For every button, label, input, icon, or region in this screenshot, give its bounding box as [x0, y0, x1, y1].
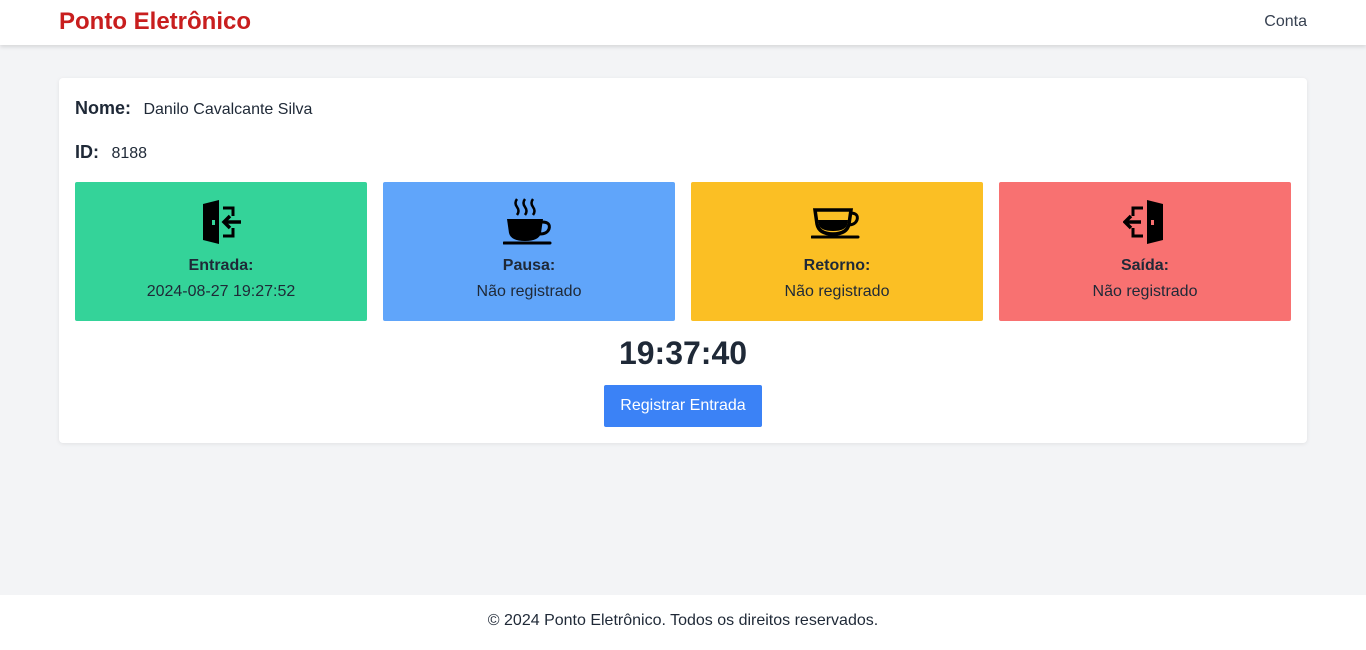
footer: © 2024 Ponto Eletrônico. Todos os direit… — [0, 595, 1366, 650]
top-navbar: Ponto Eletrônico Conta — [0, 0, 1366, 45]
register-entry-button[interactable]: Registrar Entrada — [604, 385, 762, 427]
account-link[interactable]: Conta — [1264, 12, 1307, 32]
name-label: Nome: — [75, 98, 132, 118]
brand-logo[interactable]: Ponto Eletrônico — [59, 8, 251, 36]
tile-label: Saída: — [1120, 257, 1169, 274]
footer-copyright: © 2024 Ponto Eletrônico. Todos os direit… — [487, 612, 879, 629]
door-exit-icon — [1119, 197, 1171, 247]
employee-name: Danilo Cavalcante Silva — [143, 101, 313, 118]
tile-pausa: Pausa: Não registrado — [383, 182, 675, 321]
tile-value: 2024-08-27 19:27:52 — [146, 283, 296, 300]
punch-tiles: Entrada: 2024-08-27 19:27:52 Pausa: Não … — [75, 182, 1291, 321]
tile-saida: Saída: Não registrado — [999, 182, 1291, 321]
tile-value: Não registrado — [1092, 283, 1198, 300]
tile-entrada: Entrada: 2024-08-27 19:27:52 — [75, 182, 367, 321]
tile-label: Retorno: — [803, 257, 871, 274]
employee-id: 8188 — [111, 145, 148, 162]
tile-label: Pausa: — [502, 257, 556, 274]
tile-retorno: Retorno: Não registrado — [691, 182, 983, 321]
hot-coffee-icon — [503, 197, 555, 247]
current-time-clock: 19:37:40 — [618, 335, 748, 371]
tile-value: Não registrado — [476, 283, 582, 300]
door-enter-icon — [195, 197, 247, 247]
employee-id-row: ID: 8188 — [75, 142, 147, 164]
tile-label: Entrada: — [188, 257, 254, 274]
id-label: ID: — [75, 142, 99, 162]
tile-value: Não registrado — [784, 283, 890, 300]
employee-name-row: Nome: Danilo Cavalcante Silva — [75, 98, 312, 120]
timeclock-card: Nome: Danilo Cavalcante Silva ID: 8188 E… — [59, 78, 1307, 443]
coffee-cup-icon — [811, 197, 863, 247]
